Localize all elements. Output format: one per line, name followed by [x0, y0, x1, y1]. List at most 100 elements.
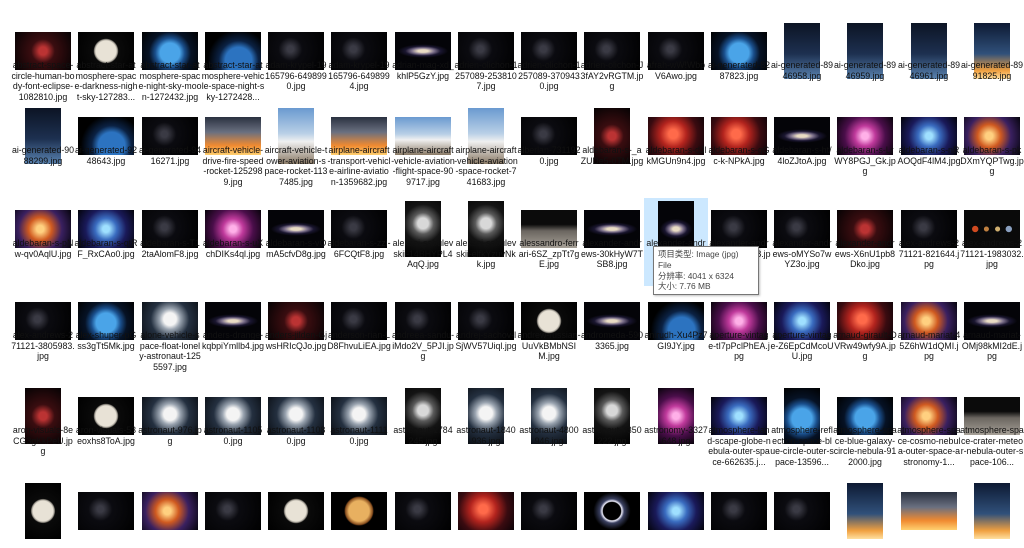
file-item[interactable]: alex-andrews-271121-3805983.jpg — [11, 290, 75, 378]
file-item[interactable]: arnaud-girault-DVRw49wfy9A.jpg — [833, 290, 897, 378]
file-item[interactable] — [770, 480, 834, 548]
file-item[interactable]: andreea-sandu-iMdo2V_5PJI.jpg — [391, 290, 455, 378]
file-item[interactable]: aldebaran-s-pNw-qv0AqlU.jpg — [11, 198, 75, 286]
file-item[interactable]: alex-andrews-271121-821644.jpg — [897, 198, 961, 286]
file-item[interactable]: abstract-star-atmosphere-space-darkness-… — [74, 20, 138, 108]
file-item[interactable]: atmosphere-space-crater-meteor-nebula-ou… — [960, 385, 1024, 473]
file-item[interactable]: ai-generated-8991825.jpg — [960, 20, 1024, 108]
file-item[interactable]: abstract-star-atmosphere-vehicle-space-n… — [201, 20, 265, 108]
file-item[interactable] — [580, 480, 644, 548]
file-item[interactable]: adrian-mag-xd_khlP5GzY.jpg — [391, 20, 455, 108]
file-item[interactable]: anders-drange-kqbpiYmllb4.jpg — [201, 290, 265, 378]
file-item[interactable]: abstract-star-atmosphere-space-night-sky… — [138, 20, 202, 108]
file-item[interactable]: alexander-andrews-oMYSo7wYZ3o.jpg — [770, 198, 834, 286]
file-item[interactable]: aldebaran-s-gGc-k-NPkA.jpg — [707, 105, 771, 193]
file-item[interactable]: alexander-andrews-30kHyW7TSB8.jpg — [580, 198, 644, 286]
file-item[interactable]: aldebaran-s-ht/4loZJtoA.jpg — [770, 105, 834, 193]
file-item[interactable] — [327, 480, 391, 548]
file-item[interactable] — [897, 480, 961, 548]
file-item[interactable] — [833, 480, 897, 548]
file-item[interactable]: aldebaran-s-qtRF_RxCAo0.jpg — [74, 198, 138, 286]
file-name: ai-generated-8946958.jpg — [770, 60, 834, 81]
file-item[interactable]: aircraft-vehicle-tower-aviation-space-ro… — [264, 105, 328, 193]
file-item[interactable]: alex-andrews-271121-1983032.jpg — [960, 198, 1024, 286]
file-item[interactable]: atmosphere-reflection-space-blue-circle-… — [770, 385, 834, 473]
file-item[interactable]: adrien-olichon-J3fAY2vRGTM.jpg — [580, 20, 644, 108]
file-item[interactable]: aleksei-sabulevskii-elfkYzuvNkk.jpg — [454, 198, 518, 286]
file-item[interactable] — [201, 480, 265, 548]
file-name: anderson-rian-LD8FhvuLiEA.jpg — [327, 330, 391, 351]
file-item[interactable]: airplane-aircraft-vehicle-aviation-fligh… — [391, 105, 455, 193]
file-item[interactable] — [707, 480, 771, 548]
file-item[interactable] — [454, 480, 518, 548]
file-item[interactable]: aldebaran-s-zzi-6FCQtF8.jpg — [327, 198, 391, 286]
file-item[interactable]: anirudh-Xu4Pz7GI9JY.jpg — [644, 290, 708, 378]
file-item[interactable]: arnaud-mariat-OMj98kMI2dE.jpg — [960, 290, 1024, 378]
file-item[interactable]: ai-generated-8946959.jpg — [833, 20, 897, 108]
file-item[interactable]: anderson-rian-LD8FhvuLiEA.jpg — [327, 290, 391, 378]
file-item[interactable] — [517, 480, 581, 548]
file-item[interactable]: astronomy-3327648.jpg — [644, 385, 708, 473]
file-item[interactable]: ai-generated-8946958.jpg — [770, 20, 834, 108]
file-item[interactable] — [74, 480, 138, 548]
file-item[interactable]: aperture-vintage-Z6EpCdMcoUU.jpg — [770, 290, 834, 378]
file-name: atmosphere-space-blue-galaxy-circle-nebu… — [833, 425, 897, 467]
file-item[interactable]: astronaut-11080.jpg — [264, 385, 328, 473]
file-item[interactable]: ai-generated-9416271.jpg — [138, 105, 202, 193]
file-item[interactable]: ai-generated-8946961.jpg — [897, 20, 961, 108]
file-item[interactable]: aleksei-sabulevskii-14BHYPL4AqQ.jpg — [391, 198, 455, 286]
file-item[interactable]: ai-generated-9088299.jpg — [11, 105, 75, 193]
file-item[interactable]: alexander-andrews-X6nU1pb8Dko.jpg — [833, 198, 897, 286]
file-item[interactable]: alberlan-7311920.jpg — [517, 105, 581, 193]
thumbnail-image — [648, 492, 704, 530]
file-item[interactable]: atmosphere-space-cosmo-nebula-outer-spac… — [897, 385, 961, 473]
file-item[interactable] — [960, 480, 1024, 548]
file-item[interactable]: anders-jilden-GjwsHRIcQJo.jpg — [264, 290, 328, 378]
file-item[interactable]: aldebaran-s-_aZUDe5-0TM.jpg — [580, 105, 644, 193]
file-item[interactable]: aldebaran-s-T12taAlomF8.jpg — [138, 198, 202, 286]
file-item[interactable]: astronaut-11050.jpg — [201, 385, 265, 473]
file-item[interactable]: astronaut-1784245.jpg — [391, 385, 455, 473]
file-item[interactable]: aron-visuals-8eCG3gKkPeU.jpg — [11, 385, 75, 473]
file-item[interactable]: alone-vehicle-space-float-lonely-astrona… — [138, 290, 202, 378]
file-item[interactable]: astronaut-1840936.jpg — [454, 385, 518, 473]
file-item[interactable]: aldebaran-s-pkDXmYQPTwg.jpg — [960, 105, 1024, 193]
tooltip-type: 项目类型: Image (jpg) File — [658, 249, 739, 270]
file-item[interactable]: aldebaran-s-uXchDIKs4ql.jpg — [201, 198, 265, 286]
file-item[interactable]: aron-visuals-53eoxhs8ToA.jpg — [74, 385, 138, 473]
file-item[interactable]: astronaut-11110.jpg — [327, 385, 391, 473]
file-item[interactable]: ai-generated-8287823.jpg — [707, 20, 771, 108]
file-item[interactable]: aperture-vintage-tI7pPclPhEA.jpg — [707, 290, 771, 378]
file-name: alexander-andrews-30kHyW7TSB8.jpg — [580, 238, 644, 270]
file-item[interactable]: astronaut-976.jpg — [138, 385, 202, 473]
file-item[interactable]: adrien-olichon-1257089-2538107.jpg — [454, 20, 518, 108]
file-item[interactable] — [644, 480, 708, 548]
file-item[interactable]: atmosphere-space-blue-galaxy-circle-nebu… — [833, 385, 897, 473]
file-item[interactable]: aldebaran-s-LrWY8PGJ_Gk.jpg — [833, 105, 897, 193]
file-item[interactable]: andromeda-5903365.jpg — [580, 290, 644, 378]
file-item[interactable]: andrej-sachov-lSjWV57Uiql.jpg — [454, 290, 518, 378]
file-item[interactable]: atmosphere-land-scape-globe-nebula-outer… — [707, 385, 771, 473]
file-item[interactable]: aircraft-vehicle-drive-fire-speed-rocket… — [201, 105, 265, 193]
file-item[interactable]: astronaut-4800946.jpg — [517, 385, 581, 473]
file-item[interactable]: adam-krypel-19165796-6498994.jpg — [327, 20, 391, 108]
file-item[interactable]: abstract-space-circle-human-body-font-ec… — [11, 20, 75, 108]
file-item[interactable]: alex-shuper-pGss3gTt5Mk.jpg — [74, 290, 138, 378]
file-item[interactable]: andrew-russian-UuVkBMbNSIM.jpg — [517, 290, 581, 378]
file-item[interactable]: arnaud-mariat-45Z6hW1dQMI.jpg — [897, 290, 961, 378]
file-item[interactable]: astronaut-7350222.jpg — [580, 385, 644, 473]
file-item[interactable]: airplane-aircraft-vehicle-aviation-space… — [454, 105, 518, 193]
file-item[interactable] — [11, 480, 75, 548]
file-item[interactable] — [264, 480, 328, 548]
file-item[interactable]: aldebaran-s-vOmA5cfvD8g.jpg — [264, 198, 328, 286]
file-item[interactable]: afrah-wW!Wbp V6Awo.jpg — [644, 20, 708, 108]
file-item[interactable]: aldebaran-s-nRAOQdF4lM4.jpg — [897, 105, 961, 193]
file-item[interactable]: airplane-aircraft-transport-vehicle-airl… — [327, 105, 391, 193]
file-item[interactable] — [391, 480, 455, 548]
file-item[interactable]: aldebaran-s-dJlkMGUn9n4.jpg — [644, 105, 708, 193]
file-item[interactable] — [138, 480, 202, 548]
file-item[interactable]: alessandro-ferrari-6SZ_zpTt7gE.jpg — [517, 198, 581, 286]
file-item[interactable]: ai-generated-9248643.jpg — [74, 105, 138, 193]
file-item[interactable]: adrien-olichon-1257089-3709430.jpg — [517, 20, 581, 108]
file-item[interactable]: adam-krypel-19165796-6498990.jpg — [264, 20, 328, 108]
